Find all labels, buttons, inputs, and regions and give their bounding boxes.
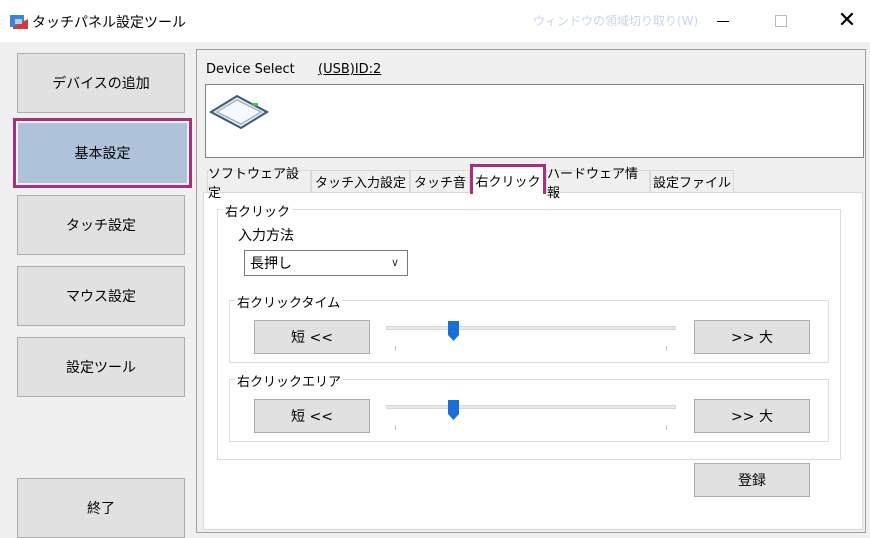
device-id-link[interactable]: (USB)ID:2 xyxy=(318,62,381,77)
window-title: タッチパネル設定ツール xyxy=(32,15,186,31)
tab-touch-input-settings-label: タッチ入力設定 xyxy=(314,176,406,191)
tab-settings-file[interactable]: 設定ファイル xyxy=(650,170,734,192)
touch-settings-button[interactable]: タッチ設定 xyxy=(17,195,185,255)
area-slider-thumb[interactable] xyxy=(447,400,459,420)
basic-settings-button[interactable]: 基本設定 xyxy=(13,118,192,188)
close-button[interactable]: ✕ xyxy=(824,0,870,42)
time-long-label: >> 大 xyxy=(731,330,773,346)
close-icon: ✕ xyxy=(837,8,857,33)
touch-settings-label: タッチ設定 xyxy=(66,218,136,234)
maximize-button[interactable] xyxy=(758,0,804,42)
area-slider-tick-max xyxy=(666,425,667,430)
register-label: 登録 xyxy=(738,473,766,489)
tab-software-settings-label: ソフトウェア設定 xyxy=(208,166,300,201)
register-button[interactable]: 登録 xyxy=(694,463,810,497)
tab-touch-input-settings[interactable]: タッチ入力設定 xyxy=(311,170,410,192)
tab-touch-sound-label: タッチ音 xyxy=(413,176,466,191)
area-short-label: 短 << xyxy=(291,409,333,425)
exit-label: 終了 xyxy=(87,501,115,517)
tab-software-settings[interactable]: ソフトウェア設定 xyxy=(207,167,311,201)
exit-button[interactable]: 終了 xyxy=(17,478,185,538)
tab-hardware-info[interactable]: ハードウェア情報 xyxy=(546,167,650,201)
time-slider-thumb[interactable] xyxy=(447,321,459,341)
time-slider-tick-max xyxy=(666,346,667,351)
time-long-button[interactable]: >> 大 xyxy=(694,320,810,354)
area-slider-tick-min xyxy=(395,425,396,430)
minimize-button[interactable] xyxy=(700,0,746,42)
add-device-label: デバイスの追加 xyxy=(52,76,150,92)
mouse-settings-button[interactable]: マウス設定 xyxy=(17,266,185,326)
basic-settings-label: 基本設定 xyxy=(74,146,131,162)
tab-hardware-info-label: ハードウェア情報 xyxy=(547,166,639,201)
add-device-button[interactable]: デバイスの追加 xyxy=(17,53,185,113)
title-bar: タッチパネル設定ツール ウィンドウの領域切り取り(W) ✕ xyxy=(0,0,870,42)
area-short-button[interactable]: 短 << xyxy=(254,399,370,433)
area-slider-track[interactable] xyxy=(386,405,676,409)
tab-touch-sound[interactable]: タッチ音 xyxy=(410,170,470,192)
device-list[interactable] xyxy=(205,84,864,158)
right-click-time-title: 右クリックタイム xyxy=(235,292,343,311)
mouse-settings-label: マウス設定 xyxy=(66,289,136,305)
maximize-icon xyxy=(775,15,787,27)
tab-right-click[interactable]: 右クリック xyxy=(470,164,546,194)
tab-right-click-label: 右クリック xyxy=(475,175,541,190)
time-short-button[interactable]: 短 << xyxy=(254,320,370,354)
area-long-button[interactable]: >> 大 xyxy=(694,399,810,433)
app-icon xyxy=(10,15,28,29)
time-short-label: 短 << xyxy=(291,330,333,346)
tab-settings-file-label: 設定ファイル xyxy=(652,176,731,191)
input-method-value: 長押し xyxy=(250,256,292,272)
input-method-select[interactable]: 長押し ∨ xyxy=(244,250,408,276)
input-method-label: 入力方法 xyxy=(238,228,294,244)
minimize-icon xyxy=(717,20,729,22)
area-long-label: >> 大 xyxy=(731,409,773,425)
touch-panel-device-icon[interactable] xyxy=(209,94,269,130)
time-slider-tick-min xyxy=(395,346,396,351)
device-select-label: Device Select xyxy=(206,62,295,77)
snip-hint[interactable]: ウィンドウの領域切り取り(W) xyxy=(533,12,698,29)
time-slider-track[interactable] xyxy=(386,326,676,330)
right-click-area-title: 右クリックエリア xyxy=(235,371,344,390)
right-click-group-title: 右クリック xyxy=(223,201,293,220)
settings-tool-label: 設定ツール xyxy=(66,360,136,376)
settings-tool-button[interactable]: 設定ツール xyxy=(17,337,185,397)
chevron-down-icon: ∨ xyxy=(390,256,399,269)
app-window: タッチパネル設定ツール ウィンドウの領域切り取り(W) ✕ デバイスの追加 基本… xyxy=(0,0,870,538)
